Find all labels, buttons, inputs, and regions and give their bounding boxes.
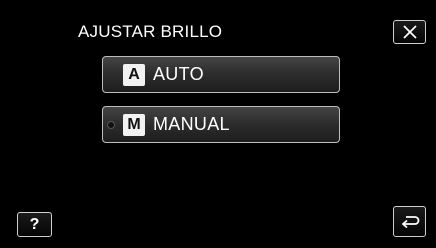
selected-indicator: [107, 120, 115, 129]
back-button[interactable]: [393, 206, 426, 237]
option-manual-button[interactable]: M MANUAL: [102, 106, 340, 143]
return-icon: [401, 215, 419, 228]
manual-badge-icon: M: [123, 113, 145, 136]
close-icon: [402, 25, 417, 39]
auto-badge-icon: A: [123, 63, 145, 86]
page-title: AJUSTAR BRILLO: [78, 22, 223, 41]
help-button[interactable]: ?: [17, 212, 52, 237]
close-button[interactable]: [393, 20, 426, 44]
option-manual-label: MANUAL: [153, 114, 230, 134]
option-auto-button[interactable]: A AUTO: [102, 56, 340, 93]
help-icon: ?: [29, 215, 40, 233]
option-auto-label: AUTO: [153, 64, 204, 84]
